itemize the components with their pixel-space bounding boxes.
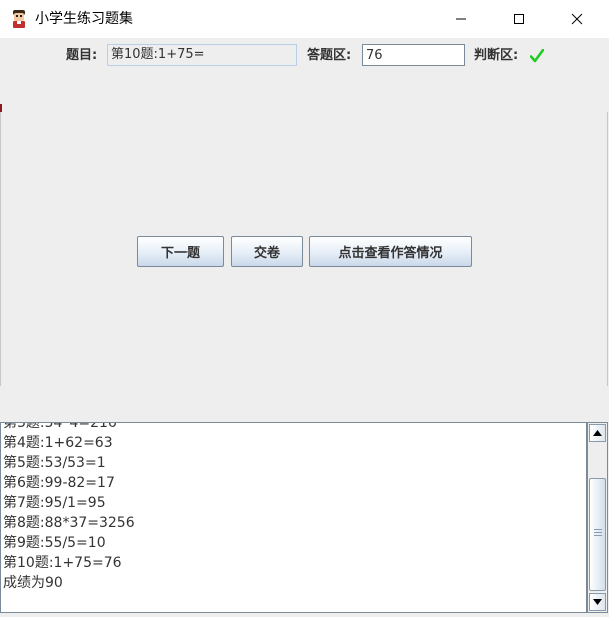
maximize-button[interactable]	[496, 0, 542, 38]
log-line: 成绩为90	[3, 575, 63, 591]
question-form: 题目: 第10题:1+75= 答题区: 判断区:	[0, 43, 609, 69]
minimize-button[interactable]	[438, 0, 484, 38]
log-line: 第4题:1+62=63	[3, 435, 113, 451]
log-line: 第10题:1+75=76	[3, 555, 122, 571]
panel-border-left	[0, 112, 1, 386]
scroll-grip-icon	[594, 529, 602, 538]
title-bar: 小学生练习题集	[0, 0, 609, 38]
close-button[interactable]	[554, 0, 600, 38]
results-log-content: 第3题:54*4=216 第4题:1+62=63 第5题:53/53=1 第6题:99…	[3, 422, 135, 593]
question-label: 题目:	[66, 48, 98, 63]
answer-input[interactable]	[362, 44, 465, 66]
log-line: 第3题:54*4=216	[3, 422, 117, 431]
window-title: 小学生练习题集	[35, 11, 133, 27]
log-line: 第8题:88*37=3256	[3, 515, 135, 531]
arrow-down-icon	[593, 599, 602, 605]
scroll-up-button[interactable]	[589, 424, 606, 442]
view-answers-button[interactable]: 点击查看作答情况	[309, 236, 472, 267]
log-line: 第7题:95/1=95	[3, 495, 106, 511]
results-log-scrollbar[interactable]	[587, 422, 608, 613]
arrow-up-icon	[593, 430, 602, 436]
panel-marker	[0, 104, 2, 112]
close-icon	[571, 13, 583, 25]
student-avatar-icon	[13, 10, 25, 28]
scroll-thumb[interactable]	[589, 478, 606, 591]
question-display: 第10题:1+75=	[107, 44, 297, 66]
log-line: 第5题:53/53=1	[3, 455, 106, 471]
maximize-icon	[514, 14, 524, 24]
minimize-icon	[456, 18, 466, 20]
submit-paper-button[interactable]: 交卷	[231, 236, 303, 267]
answer-label: 答题区:	[307, 48, 352, 63]
scroll-down-button[interactable]	[589, 593, 606, 611]
next-question-button[interactable]: 下一题	[137, 236, 224, 267]
checkmark-icon	[530, 49, 544, 63]
log-line: 第9题:55/5=10	[3, 535, 106, 551]
judge-label: 判断区:	[474, 48, 519, 63]
results-log[interactable]: 第3题:54*4=216 第4题:1+62=63 第5题:53/53=1 第6题:99…	[0, 422, 587, 613]
panel-border-right	[607, 112, 608, 386]
log-line: 第6题:99-82=17	[3, 475, 115, 491]
